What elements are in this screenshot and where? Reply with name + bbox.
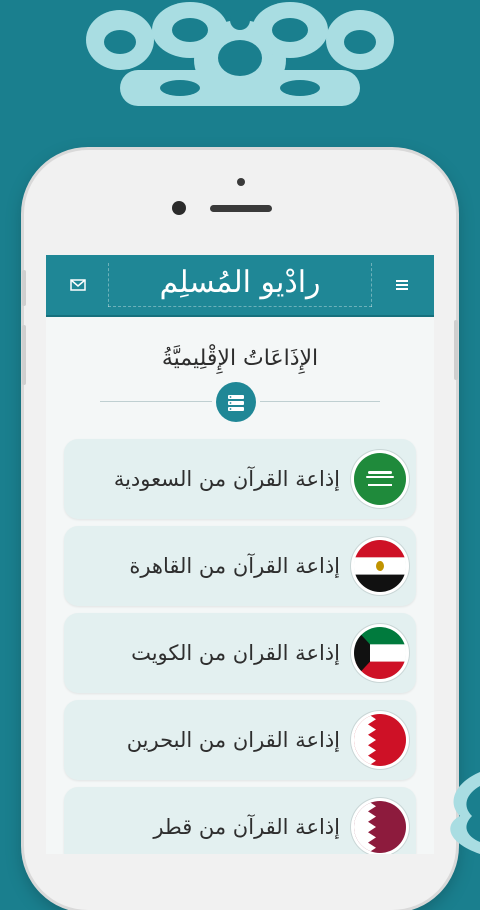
station-label: إذاعة القران من البحرين (126, 728, 340, 752)
qatar-flag-icon (354, 801, 406, 853)
proximity-sensor (237, 178, 245, 186)
app-screen: رادْيو المُسلِم الإِذَاعَاتُ الإِقْلِيمي… (46, 255, 434, 854)
saudi-arabia-flag-icon (354, 453, 406, 505)
station-list: إذاعة القرآن من السعودية إذاعة القرآن من… (64, 439, 416, 854)
decorative-ornament (86, 2, 394, 106)
station-item-bahrain[interactable]: إذاعة القران من البحرين (64, 700, 416, 780)
phone-side-button (22, 325, 26, 385)
station-label: إذاعة القران من الكويت (131, 641, 340, 665)
station-label: إذاعة القرآن من السعودية (113, 467, 340, 491)
kuwait-flag-icon (354, 627, 406, 679)
station-item-saudi-arabia[interactable]: إذاعة القرآن من السعودية (64, 439, 416, 519)
phone-side-button (22, 270, 26, 306)
station-item-qatar[interactable]: إذاعة القرآن من قطر (64, 787, 416, 854)
egypt-flag-icon (354, 540, 406, 592)
radio-list-icon (216, 382, 256, 422)
app-bar: رادْيو المُسلِم (46, 255, 434, 317)
phone-side-button (454, 320, 458, 380)
menu-icon[interactable] (392, 275, 412, 295)
decorative-corner-ornament (450, 772, 480, 854)
bahrain-flag-icon (354, 714, 406, 766)
mail-icon[interactable] (68, 275, 88, 295)
station-label: إذاعة القرآن من قطر (153, 815, 340, 839)
appbar-divider (108, 306, 372, 307)
section-title: الإِذَاعَاتُ الإِقْلِيميَّةُ (161, 346, 319, 371)
station-label: إذاعة القرآن من القاهرة (129, 554, 340, 578)
section-divider (46, 381, 434, 422)
station-item-kuwait[interactable]: إذاعة القران من الكويت (64, 613, 416, 693)
earpiece-speaker (210, 205, 272, 212)
station-item-egypt[interactable]: إذاعة القرآن من القاهرة (64, 526, 416, 606)
app-title: رادْيو المُسلِم (159, 265, 321, 300)
front-camera (172, 201, 186, 215)
